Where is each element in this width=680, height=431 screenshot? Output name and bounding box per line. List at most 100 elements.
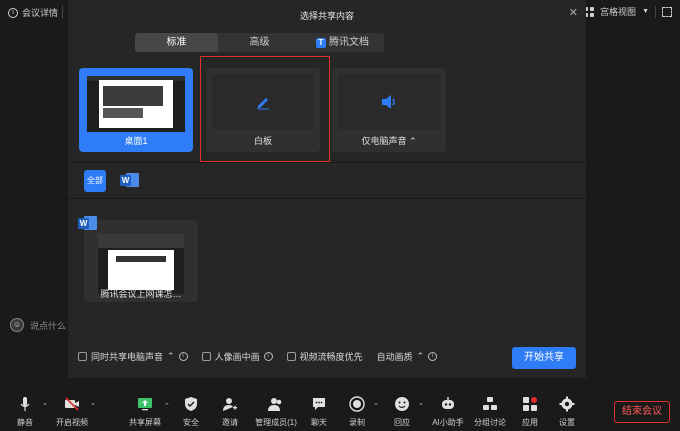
share-content-dialog: 选择共享内容 ✕ xyxy=(68,0,586,378)
section-divider xyxy=(68,162,586,163)
toolbar-mute[interactable]: 静音 xyxy=(5,396,45,428)
speaker-icon xyxy=(382,95,395,109)
filter-all-button[interactable]: 全部 xyxy=(84,170,106,192)
help-icon[interactable]: i xyxy=(263,352,273,361)
computer-sound-preview xyxy=(338,74,440,130)
members-icon xyxy=(268,398,282,411)
toolbar-start-video[interactable]: 开启视频 xyxy=(52,396,92,428)
share-options-caret[interactable]: ⌃ xyxy=(164,402,170,410)
start-sharing-button[interactable]: 开始共享 xyxy=(512,347,576,369)
toolbar-invite[interactable]: 邀请 xyxy=(210,396,250,428)
mute-options-caret[interactable]: ⌃ xyxy=(42,402,48,410)
help-icon[interactable]: i xyxy=(178,352,188,361)
toolbar-label: 设置 xyxy=(559,418,575,427)
tab-advanced[interactable]: 高级 xyxy=(218,33,301,52)
tab-tencent-docs-label: 腾讯文档 xyxy=(329,37,369,48)
toolbar-label: 邀请 xyxy=(222,418,238,427)
toolbar-reaction[interactable]: 回应 xyxy=(382,396,422,428)
help-icon[interactable]: i xyxy=(428,352,438,361)
tab-standard-label: 标准 xyxy=(166,37,187,48)
option-video-smoothness[interactable]: 视频流畅度优先 xyxy=(286,350,363,363)
chevron-up-icon[interactable]: ⌃ xyxy=(167,351,175,362)
shield-icon xyxy=(185,397,197,411)
video-off-icon xyxy=(65,397,79,411)
toolbar-label: AI小助手 xyxy=(432,418,464,427)
toolbar-manage-members[interactable]: 管理成员(1) xyxy=(254,396,298,428)
word-icon: W xyxy=(120,172,140,188)
toolbar-chat[interactable]: 聊天 xyxy=(299,396,339,428)
toolbar-settings[interactable]: 设置 xyxy=(547,396,587,428)
toolbar-apps[interactable]: 应用 xyxy=(510,396,550,428)
computer-sound-label-text: 仅电脑声音 xyxy=(361,136,407,146)
chat-input-area[interactable]: ☺ 说点什么 xyxy=(10,318,66,332)
computer-sound-card-label: 仅电脑声音 ⌃ xyxy=(332,134,446,147)
window-card-word-doc[interactable]: W 腾讯会议上网课怎… xyxy=(78,216,198,302)
toolbar-ai-assistant[interactable]: AI小助手 xyxy=(427,396,469,428)
share-screen-icon xyxy=(138,398,152,411)
toolbar-security[interactable]: 安全 xyxy=(171,396,211,428)
meeting-toolbar: 静音 ⌃ 开启视频 ⌃ 共享屏幕 ⌃ 安全 邀请 管理成员(1) 聊天 录制 ⌃… xyxy=(0,392,680,431)
chat-icon xyxy=(313,398,325,410)
toolbar-label: 应用 xyxy=(522,418,538,427)
word-doc-thumbnail xyxy=(98,234,184,294)
chevron-up-icon[interactable]: ⌃ xyxy=(409,136,417,146)
mic-icon xyxy=(20,397,30,411)
toolbar-label: 录制 xyxy=(349,418,365,427)
record-options-caret[interactable]: ⌃ xyxy=(373,402,379,410)
share-options: 同时共享电脑声音 ⌃ i 人像画中画 i 视频流畅度优先 自动画质 ⌃ i xyxy=(78,350,451,363)
option-label: 同时共享电脑声音 xyxy=(91,352,164,362)
pen-icon xyxy=(257,98,269,110)
option-portrait-pip[interactable]: 人像画中画 i xyxy=(201,350,273,363)
toolbar-label: 开启视频 xyxy=(56,418,88,427)
checkbox[interactable] xyxy=(201,352,211,361)
tab-advanced-label: 高级 xyxy=(249,37,270,48)
gallery-view-dropdown[interactable]: 宫格视图 xyxy=(600,5,636,18)
toolbar-label: 安全 xyxy=(183,418,199,427)
tencent-docs-icon: T xyxy=(316,37,326,48)
dialog-title: 选择共享内容 xyxy=(299,11,354,21)
whiteboard-card-label: 白板 xyxy=(253,136,272,146)
share-card-whiteboard[interactable]: 白板 xyxy=(206,68,320,152)
section-divider-2 xyxy=(68,198,586,199)
word-icon: W xyxy=(78,215,98,231)
checkbox[interactable] xyxy=(286,352,296,361)
desktop-card-label: 桌面1 xyxy=(124,136,148,146)
end-meeting-button[interactable]: 结束会议 xyxy=(614,401,670,423)
toolbar-label: 分组讨论 xyxy=(474,418,506,427)
share-card-desktop[interactable]: 桌面1 xyxy=(79,68,193,152)
topbar-right: 宫格视图 ▼ xyxy=(584,5,672,18)
toolbar-label: 聊天 xyxy=(311,418,327,427)
option-label: 视频流畅度优先 xyxy=(299,352,363,362)
option-share-computer-sound[interactable]: 同时共享电脑声音 ⌃ i xyxy=(78,350,188,363)
whiteboard-preview xyxy=(212,74,314,130)
filter-word-button[interactable]: W xyxy=(120,172,142,190)
meeting-info-button[interactable]: i 会议详情 xyxy=(8,6,58,19)
toolbar-label: 共享屏幕 xyxy=(129,418,161,427)
topbar-right-separator xyxy=(655,5,656,18)
toolbar-breakout[interactable]: 分组讨论 xyxy=(470,396,510,428)
word-badge: W xyxy=(78,215,98,231)
toolbar-share-screen[interactable]: 共享屏幕 xyxy=(125,396,165,428)
topbar-separator xyxy=(62,5,63,19)
chat-placeholder: 说点什么 xyxy=(30,320,67,331)
breakout-icon xyxy=(483,397,497,410)
fullscreen-icon[interactable] xyxy=(662,6,672,17)
chevron-down-icon[interactable]: ▼ xyxy=(642,8,649,15)
checkbox[interactable] xyxy=(78,352,87,361)
close-icon[interactable]: ✕ xyxy=(569,6,578,19)
share-card-computer-sound[interactable]: 仅电脑声音 ⌃ xyxy=(332,68,446,152)
settings-icon xyxy=(559,396,575,412)
video-options-caret[interactable]: ⌃ xyxy=(90,402,96,410)
window-card-label: 腾讯会议上网课怎… xyxy=(100,289,182,299)
tab-standard[interactable]: 标准 xyxy=(135,33,218,52)
ai-assistant-icon xyxy=(442,397,454,409)
invite-icon xyxy=(223,398,237,411)
option-auto-quality[interactable]: 自动画质 ⌃ i xyxy=(377,350,438,363)
reaction-options-caret[interactable]: ⌃ xyxy=(418,402,424,410)
option-label: 人像画中画 xyxy=(214,352,260,362)
share-tabs: 标准 高级 T 腾讯文档 xyxy=(135,33,384,52)
toolbar-record[interactable]: 录制 xyxy=(337,396,377,428)
tab-tencent-docs[interactable]: T 腾讯文档 xyxy=(301,33,384,52)
emoji-icon[interactable]: ☺ xyxy=(10,318,24,332)
chevron-up-icon[interactable]: ⌃ xyxy=(417,351,425,362)
